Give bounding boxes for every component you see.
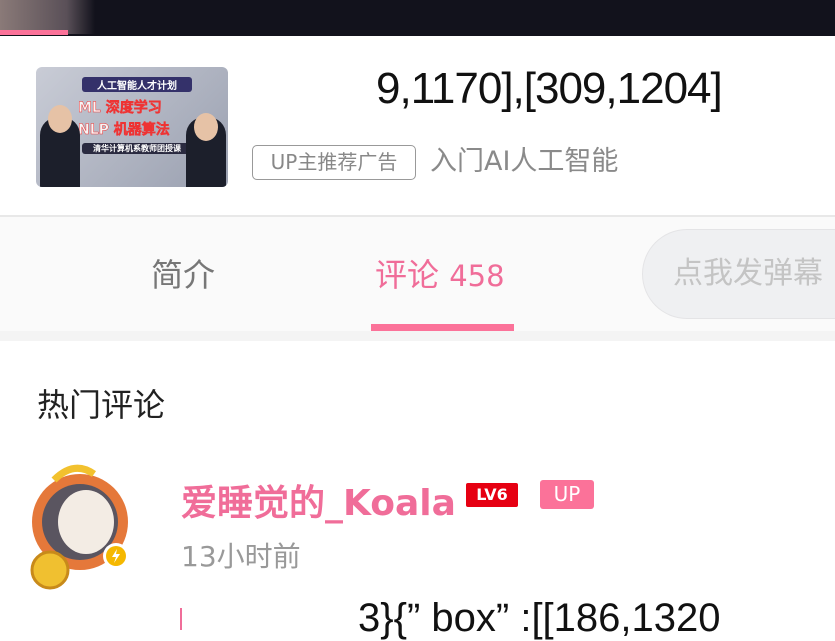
medal-icon (30, 550, 70, 590)
thumb-line3: 清华计算机系教师团授课 (82, 143, 192, 154)
video-frame (0, 0, 95, 34)
tab-intro-label: 简介 (151, 256, 216, 294)
ad-badge: UP主推荐广告 (252, 145, 416, 180)
video-progress-bar[interactable] (0, 30, 68, 35)
comment-text: 3}{” box” :[[186,1320 (358, 596, 721, 640)
person-right-head (194, 113, 218, 141)
ad-thumbnail[interactable]: 人工智能人才计划 ML 深度学习 NLP 机器算法 清华计算机系教师团授课 (36, 67, 228, 187)
video-player[interactable] (0, 0, 835, 36)
active-tab-indicator (371, 324, 514, 331)
comment-time: 13小时前 (181, 540, 301, 573)
avatar[interactable] (24, 460, 130, 590)
person-left-head (48, 105, 72, 133)
comment-count: 458 (449, 259, 505, 293)
tab-comments-label: 评论 (375, 256, 440, 294)
danmaku-input[interactable]: 点我发弹幕 (642, 229, 835, 319)
ad-title[interactable]: 9,1170],[309,1204] (376, 64, 723, 114)
thumb-line2: NLP 机器算法 (78, 122, 170, 139)
avatar-animal (58, 490, 114, 554)
hot-comments-title: 热门评论 (37, 386, 166, 424)
comment-username[interactable]: 爱睡觉的_Koala (181, 474, 456, 526)
advertiser-name[interactable]: 入门AI人工智能 (430, 144, 618, 180)
up-badge: UP (540, 480, 594, 509)
text-cursor (180, 608, 182, 630)
section-separator (0, 331, 835, 341)
tab-intro[interactable]: 简介 (151, 255, 215, 295)
thumb-line1: ML 深度学习 (78, 100, 162, 117)
tab-comments[interactable]: 评论 458 (375, 255, 505, 296)
level-badge: LV6 (466, 483, 518, 507)
thumb-tag: 人工智能人才计划 (82, 77, 192, 92)
